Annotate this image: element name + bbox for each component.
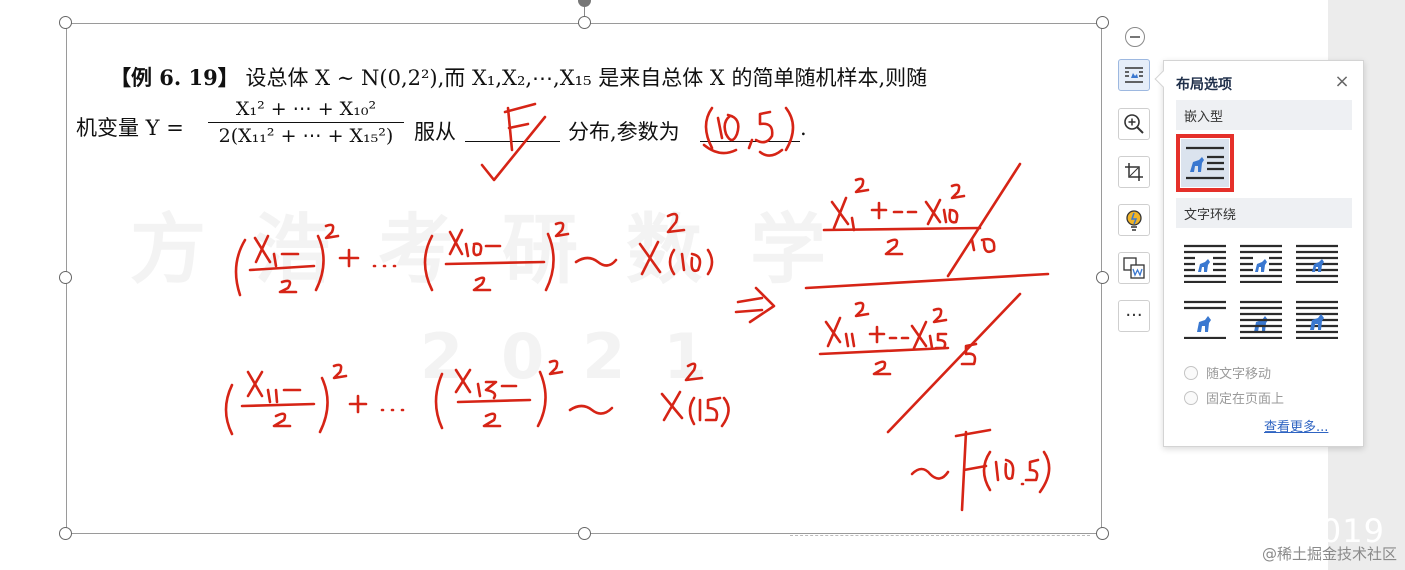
layout-square-option[interactable] <box>1181 239 1229 287</box>
minus-icon <box>1130 36 1140 38</box>
image-to-text-button[interactable] <box>1118 252 1150 284</box>
section-inline-header: 嵌入型 <box>1176 100 1352 130</box>
layout-tight-option[interactable] <box>1237 239 1285 287</box>
radio-button[interactable] <box>1184 365 1198 380</box>
behind-text-icon <box>1240 300 1282 339</box>
in-front-of-text-icon <box>1296 300 1338 339</box>
more-button[interactable]: ··· <box>1118 300 1150 332</box>
layout-top-bottom-option[interactable] <box>1181 295 1229 343</box>
through-wrap-icon <box>1296 244 1338 283</box>
layout-options-button[interactable] <box>1118 59 1150 91</box>
more-dots-icon: ··· <box>1125 305 1143 326</box>
crop-button[interactable] <box>1118 156 1150 188</box>
layout-through-option[interactable] <box>1293 239 1341 287</box>
top-bottom-wrap-icon <box>1184 300 1226 339</box>
lightbulb-icon <box>1126 210 1142 231</box>
close-icon[interactable]: × <box>1332 73 1352 93</box>
radio-fix-on-page[interactable]: 固定在页面上 <box>1184 388 1284 407</box>
layout-in-front-option[interactable] <box>1293 295 1341 343</box>
radio-move-with-text[interactable]: 随文字移动 <box>1184 363 1271 382</box>
answer-f-strokes <box>503 102 537 152</box>
image-to-text-icon <box>1123 257 1145 279</box>
section-wrap-header: 文字环绕 <box>1176 198 1352 228</box>
tight-wrap-icon <box>1240 244 1282 283</box>
paren-right <box>784 106 795 152</box>
collapse-toolbar-button[interactable] <box>1125 27 1145 47</box>
crop-icon <box>1125 163 1143 181</box>
smart-tool-button[interactable] <box>1118 204 1150 236</box>
site-watermark: @稀土掘金技术社区 <box>1261 545 1397 563</box>
panel-title: 布局选项 <box>1176 77 1232 93</box>
layout-behind-text-option[interactable] <box>1237 295 1285 343</box>
zoom-in-button[interactable] <box>1118 108 1150 140</box>
radio-move-label: 随文字移动 <box>1206 367 1272 382</box>
layout-inline-option[interactable] <box>1176 134 1234 192</box>
paren-left <box>704 106 714 150</box>
inline-layout-icon <box>1186 146 1224 180</box>
square-wrap-icon <box>1184 244 1226 283</box>
radio-button[interactable] <box>1184 390 1198 405</box>
layout-options-panel: 布局选项 × 嵌入型 文字环绕 随文字移动 固定在页面上 查看更多... <box>1154 60 1364 447</box>
zoom-in-icon <box>1124 114 1144 134</box>
layout-options-icon <box>1125 67 1143 83</box>
see-more-link[interactable]: 查看更多... <box>1264 416 1328 435</box>
radio-fixed-label: 固定在页面上 <box>1206 392 1285 407</box>
